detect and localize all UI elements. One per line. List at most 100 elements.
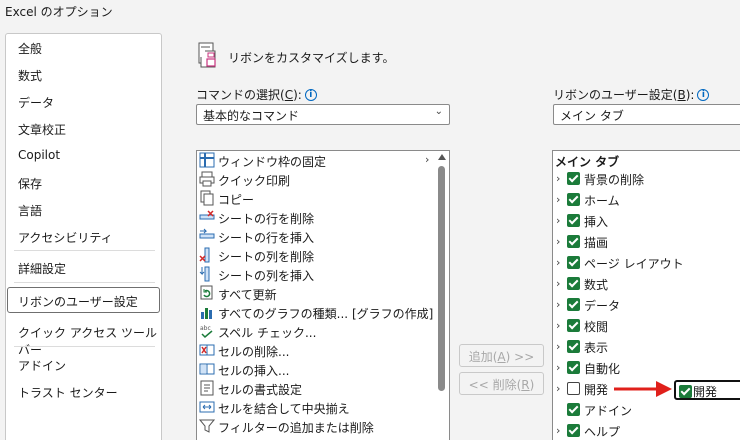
tab-label: ヘルプ xyxy=(584,425,621,439)
chevron-right-icon[interactable]: › xyxy=(556,235,560,248)
chevron-right-icon[interactable]: › xyxy=(556,361,560,374)
chevron-right-icon[interactable]: › xyxy=(556,298,560,311)
scroll-up-icon[interactable] xyxy=(438,154,446,160)
command-label: フィルターの追加または削除 xyxy=(218,421,374,435)
list-item[interactable]: すべて更新 xyxy=(199,284,431,303)
nav-advanced[interactable]: 詳細設定 xyxy=(18,260,66,277)
customize-ribbon-dropdown[interactable]: メイン タブ xyxy=(553,104,740,125)
tree-item[interactable]: アドイン xyxy=(553,400,740,420)
chevron-right-icon[interactable]: › xyxy=(556,193,560,206)
list-item[interactable]: セルの削除... xyxy=(199,341,431,360)
delete-cells-icon xyxy=(199,344,215,356)
checkbox[interactable] xyxy=(567,277,580,290)
add-button-accesskey: A xyxy=(497,350,506,364)
tree-item[interactable]: › 挿入 xyxy=(553,211,740,231)
list-item[interactable]: シートの行を削除 xyxy=(199,208,431,227)
list-item[interactable]: セルの書式設定 xyxy=(199,379,431,398)
checked-callout: 開発 xyxy=(674,380,740,400)
chevron-right-icon[interactable]: › xyxy=(556,319,560,332)
tab-label: 数式 xyxy=(584,278,609,292)
checkbox[interactable] xyxy=(567,256,580,269)
checkbox[interactable] xyxy=(567,361,580,374)
tree-item[interactable]: › 自動化 xyxy=(553,358,740,378)
nav-quick-access[interactable]: クイック アクセス ツール バー xyxy=(18,324,161,358)
choose-commands-dropdown[interactable]: 基本的なコマンド ⌄ xyxy=(196,104,450,125)
chevron-right-icon[interactable]: › xyxy=(556,256,560,269)
list-item[interactable]: すべてのグラフの種類... [グラフの作成] xyxy=(199,303,434,322)
nav-save[interactable]: 保存 xyxy=(18,175,42,192)
checkbox[interactable] xyxy=(567,235,580,248)
window-title: Excel のオプション xyxy=(5,5,113,19)
nav-data[interactable]: データ xyxy=(18,94,54,111)
list-item[interactable]: シートの列を挿入 xyxy=(199,265,431,284)
checkbox[interactable] xyxy=(567,382,580,395)
chevron-down-icon: ⌄ xyxy=(434,106,443,117)
command-label: セルの挿入... xyxy=(218,364,290,378)
tab-label: 描画 xyxy=(584,236,609,250)
nav-trust-center[interactable]: トラスト センター xyxy=(18,384,118,401)
info-icon[interactable]: i xyxy=(304,89,317,101)
merge-center-icon xyxy=(199,401,215,413)
checkbox[interactable] xyxy=(567,193,580,206)
list-item[interactable]: コピー xyxy=(199,189,431,208)
tab-label: アドイン xyxy=(584,404,633,418)
tab-label: 校閲 xyxy=(584,320,609,334)
nav-copilot[interactable]: Copilot xyxy=(18,148,60,162)
list-item[interactable]: シートの行を挿入 xyxy=(199,227,431,246)
tree-item[interactable]: › 背景の削除 xyxy=(553,169,740,189)
commands-scrollbar[interactable] xyxy=(435,151,449,440)
tree-item[interactable]: › 描画 xyxy=(553,232,740,252)
tree-item[interactable]: › データ xyxy=(553,295,740,315)
checkbox[interactable] xyxy=(567,319,580,332)
list-item[interactable]: シートの列を削除 xyxy=(199,246,431,265)
checkbox[interactable] xyxy=(567,424,580,437)
chevron-right-icon[interactable]: › xyxy=(556,424,560,437)
checkbox[interactable] xyxy=(567,172,580,185)
list-item[interactable]: セルの挿入... xyxy=(199,360,431,379)
checkbox[interactable] xyxy=(567,298,580,311)
tree-item[interactable]: › ホーム xyxy=(553,190,740,210)
checkbox[interactable] xyxy=(567,214,580,227)
remove-button[interactable]: << 削除(R) xyxy=(459,372,544,395)
commands-list[interactable]: ウィンドウ枠の固定 › クイック印刷 コピー シートの行を削除 シートの行を挿入… xyxy=(196,150,450,440)
tree-item[interactable]: › 校閲 xyxy=(553,316,740,336)
nav-formulas[interactable]: 数式 xyxy=(18,67,42,84)
chevron-right-icon[interactable]: › xyxy=(556,214,560,227)
nav-addins[interactable]: アドイン xyxy=(18,357,66,374)
format-cells-icon xyxy=(200,380,214,396)
checkbox[interactable] xyxy=(567,403,580,416)
nav-proofing[interactable]: 文章校正 xyxy=(18,121,66,138)
nav-accessibility[interactable]: アクセシビリティ xyxy=(18,229,113,246)
delete-column-icon xyxy=(199,247,210,263)
checkbox[interactable] xyxy=(567,340,580,353)
info-icon[interactable]: i xyxy=(697,89,710,101)
customize-ribbon-accesskey: B xyxy=(677,88,686,102)
list-item[interactable]: abc スペル チェック... xyxy=(199,322,431,341)
command-label: シートの列を挿入 xyxy=(218,269,315,283)
tree-item[interactable]: › 数式 xyxy=(553,274,740,294)
tree-item[interactable]: › 表示 xyxy=(553,337,740,357)
chevron-right-icon[interactable]: › xyxy=(556,382,560,395)
list-item[interactable]: セルを結合して中央揃え xyxy=(199,398,431,417)
customize-ribbon-heading: リボンをカスタマイズします。 xyxy=(228,51,395,65)
list-item[interactable]: ウィンドウ枠の固定 › xyxy=(199,151,431,170)
remove-button-tail: ) xyxy=(529,378,535,392)
chevron-right-icon[interactable]: › xyxy=(556,277,560,290)
add-button[interactable]: 追加(A) >> xyxy=(459,344,544,367)
customize-ribbon-label-tail: ): xyxy=(685,88,695,102)
tab-label: 自動化 xyxy=(584,362,621,376)
list-item[interactable]: クイック印刷 xyxy=(199,170,431,189)
nav-language[interactable]: 言語 xyxy=(18,202,42,219)
scroll-thumb[interactable] xyxy=(438,166,445,391)
tree-item[interactable]: › ページ レイアウト xyxy=(553,253,740,273)
command-label: すべてのグラフの種類... [グラフの作成] xyxy=(218,307,434,321)
chevron-right-icon[interactable]: › xyxy=(556,172,560,185)
callout-label: 開発 xyxy=(693,385,718,399)
tab-label: ホーム xyxy=(584,194,620,208)
tree-item[interactable]: › ヘルプ xyxy=(553,421,740,440)
tab-label: データ xyxy=(584,299,621,313)
nav-general[interactable]: 全般 xyxy=(18,40,42,57)
list-item[interactable]: フィルターの追加または削除 xyxy=(199,417,431,436)
chevron-right-icon[interactable]: › xyxy=(556,340,560,353)
nav-customize-ribbon[interactable]: リボンのユーザー設定 xyxy=(7,287,160,313)
